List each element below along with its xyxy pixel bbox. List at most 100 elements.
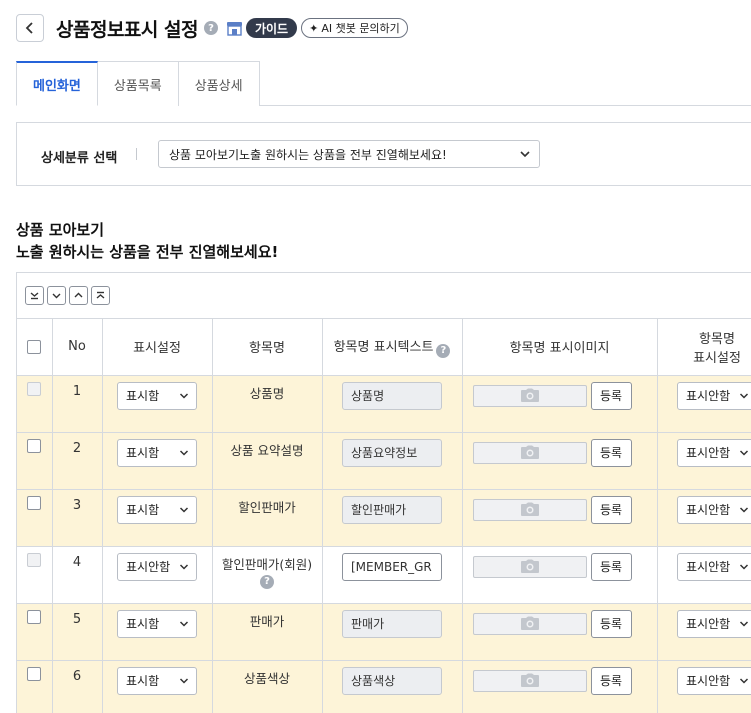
item-name: 판매가	[249, 613, 285, 629]
name-text-input[interactable]: 상품요약정보	[342, 438, 442, 467]
item-name: 상품 요약설명	[230, 442, 304, 458]
chevron-down-icon	[520, 151, 530, 158]
image-upload-group: 등록	[463, 381, 657, 410]
help-icon[interactable]: ?	[260, 574, 274, 589]
store-icon[interactable]	[226, 21, 243, 36]
display-select-value: 표시함	[126, 446, 160, 460]
name-text-input[interactable]: 판매가	[342, 609, 442, 638]
col-name-text: 항목명 표시텍스트?	[322, 319, 463, 376]
display-select-value: 표시안함	[126, 560, 171, 574]
row-no-cell: 3	[52, 489, 103, 547]
row-checkbox[interactable]	[27, 381, 42, 396]
sparkle-icon: ✦	[309, 21, 319, 35]
move-top-button[interactable]	[91, 286, 110, 305]
register-button[interactable]: 등록	[590, 381, 632, 410]
row-no: 3	[72, 497, 82, 513]
move-down-button[interactable]	[47, 286, 66, 305]
row-checkbox-cell	[17, 603, 53, 661]
col-display: 표시설정	[102, 319, 213, 376]
category-select[interactable]: 상품 모아보기노출 원하시는 상품을 전부 진열해보세요!	[158, 140, 540, 168]
name-text-input[interactable]: 할인판매가	[342, 495, 442, 524]
chevron-down-icon	[739, 449, 749, 456]
tab-product-detail[interactable]: 상품상세	[178, 61, 260, 106]
chevron-down-icon	[179, 563, 189, 570]
row-checkbox[interactable]	[27, 666, 42, 681]
name-text-input[interactable]: [MEMBER_GR	[342, 552, 442, 581]
chevron-down-icon	[52, 293, 61, 299]
name-display-select[interactable]: 표시안함	[677, 666, 751, 695]
display-select-value: 표시함	[126, 674, 160, 688]
image-upload-group: 등록	[463, 438, 657, 467]
row-name-display-cell: 표시안함	[657, 546, 751, 604]
tab-main[interactable]: 메인화면	[16, 61, 98, 106]
col-name-text-label: 항목명 표시텍스트	[333, 340, 434, 355]
select-all-checkbox[interactable]	[27, 339, 42, 354]
row-image-cell: 등록	[462, 660, 658, 713]
row-no: 1	[72, 383, 82, 399]
name-display-select[interactable]: 표시안함	[677, 495, 751, 524]
item-name: 할인판매가(회원)	[221, 556, 313, 572]
row-name-cell: 상품명	[212, 375, 323, 433]
row-checkbox[interactable]	[27, 438, 42, 453]
help-icon[interactable]: ?	[436, 343, 451, 358]
chevron-left-icon	[25, 22, 33, 34]
row-name-cell: 할인판매가	[212, 489, 323, 547]
row-no-cell: 6	[52, 660, 103, 713]
name-display-select[interactable]: 표시안함	[677, 552, 751, 581]
col-name-image: 항목명 표시이미지	[462, 319, 658, 376]
display-select[interactable]: 표시함	[117, 381, 197, 410]
col-item-name: 항목명	[212, 319, 323, 376]
ai-chatbot-button[interactable]: ✦ AI 챗봇 문의하기	[301, 18, 408, 38]
name-display-select[interactable]: 표시안함	[677, 438, 751, 467]
move-up-button[interactable]	[69, 286, 88, 305]
row-checkbox[interactable]	[27, 495, 42, 510]
display-select[interactable]: 표시함	[117, 609, 197, 638]
double-chevron-up-icon	[96, 291, 105, 299]
image-upload-group: 등록	[463, 609, 657, 638]
display-select[interactable]: 표시안함	[117, 552, 197, 581]
register-button[interactable]: 등록	[590, 609, 632, 638]
register-button[interactable]: 등록	[590, 666, 632, 695]
name-display-value: 표시안함	[686, 446, 731, 460]
guide-button[interactable]: 가이드	[245, 18, 298, 38]
item-name: 할인판매가	[238, 499, 296, 515]
display-select[interactable]: 표시함	[117, 438, 197, 467]
order-toolbar	[17, 273, 751, 319]
table-row: 1 표시함 상품명 상품명 등록 표시안함	[17, 375, 751, 433]
chevron-down-icon	[179, 449, 189, 456]
image-placeholder	[472, 612, 587, 635]
tab-bar: 메인화면 상품목록 상품상세	[16, 61, 751, 106]
name-display-select[interactable]: 표시안함	[677, 609, 751, 638]
row-display-cell: 표시함	[102, 375, 213, 433]
name-text-input[interactable]: 상품명	[342, 381, 442, 410]
row-display-cell: 표시함	[102, 660, 213, 713]
name-text-input[interactable]: 상품색상	[342, 666, 442, 695]
register-button[interactable]: 등록	[590, 495, 632, 524]
col-name-display-line1: 항목명	[699, 331, 735, 347]
filter-label: 상세분류 선택	[41, 151, 118, 166]
row-checkbox[interactable]	[27, 609, 42, 624]
register-button[interactable]: 등록	[590, 438, 632, 467]
help-icon[interactable]: ?	[203, 21, 218, 35]
display-select[interactable]: 표시함	[117, 495, 197, 524]
image-placeholder	[472, 669, 587, 692]
tab-product-list[interactable]: 상품목록	[97, 61, 179, 106]
page-title: 상품정보표시 설정	[56, 18, 198, 41]
chevron-down-icon	[179, 506, 189, 513]
register-button[interactable]: 등록	[590, 552, 632, 581]
row-checkbox[interactable]	[27, 552, 42, 567]
image-upload-group: 등록	[463, 495, 657, 524]
table-row: 5 표시함 판매가 판매가 등록 표시안함	[17, 603, 751, 661]
row-display-cell: 표시안함	[102, 546, 213, 604]
back-button[interactable]	[16, 14, 44, 42]
chevron-up-icon	[74, 292, 83, 298]
display-select[interactable]: 표시함	[117, 666, 197, 695]
row-image-cell: 등록	[462, 432, 658, 490]
image-upload-group: 등록	[463, 666, 657, 695]
move-bottom-button[interactable]	[25, 286, 44, 305]
name-display-select[interactable]: 표시안함	[677, 381, 751, 410]
row-name-display-cell: 표시안함	[657, 603, 751, 661]
row-checkbox-cell	[17, 432, 53, 490]
row-text-cell: 상품명	[322, 375, 463, 433]
row-no-cell: 1	[52, 375, 103, 433]
